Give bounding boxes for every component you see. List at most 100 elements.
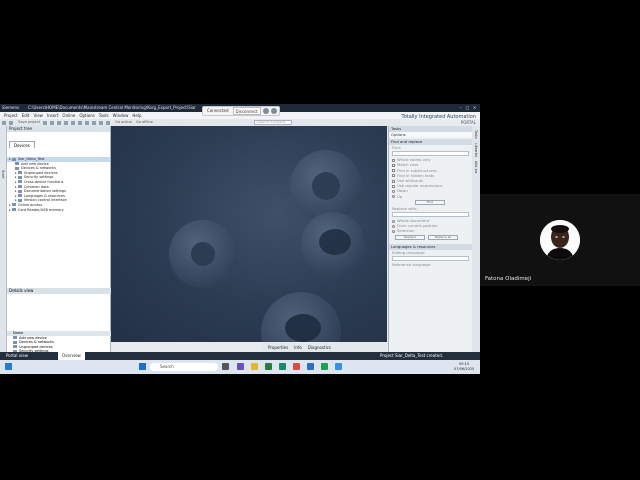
open-project-icon[interactable]: [9, 120, 13, 125]
task-view-icon[interactable]: [222, 363, 229, 370]
folder-icon: [15, 162, 19, 166]
redo-icon[interactable]: [78, 120, 83, 125]
menu-item[interactable]: Window: [113, 113, 129, 118]
undo-icon[interactable]: [71, 120, 76, 125]
scope-options: Whole document From current position Selec…: [389, 218, 472, 234]
meeting-stage: Siemens C:\Users\HOME\Documents\Mainstre…: [0, 0, 640, 480]
menu-item[interactable]: Insert: [47, 113, 58, 118]
inspector-tab[interactable]: Info: [294, 345, 302, 350]
save-project-button[interactable]: Save project: [18, 120, 40, 124]
radio-label: Up: [397, 193, 403, 199]
participant-avatar: [540, 220, 580, 260]
menu-item[interactable]: Edit: [22, 113, 30, 118]
radio-option[interactable]: Up: [389, 194, 472, 199]
share-pin-icon[interactable]: [270, 108, 277, 114]
radio-icon[interactable]: [392, 229, 395, 233]
compile-icon[interactable]: [85, 120, 90, 125]
folder-icon: [13, 345, 17, 349]
chrome-icon[interactable]: [293, 363, 300, 370]
menu-items: Project Edit View Insert Online Options Tools W…: [0, 112, 142, 119]
menu-item[interactable]: Options: [79, 113, 94, 118]
simulation-icon[interactable]: [106, 120, 111, 125]
replace-input[interactable]: [392, 212, 469, 218]
overview-tab[interactable]: Overview: [58, 352, 85, 360]
copy-icon[interactable]: [50, 120, 55, 125]
taskbar-search[interactable]: Search: [150, 363, 218, 371]
portal-view-button[interactable]: Portal view: [6, 352, 28, 360]
project-tree-header: Project tree: [7, 126, 110, 132]
menu-item[interactable]: Project: [4, 113, 18, 118]
editing-language-label: Editing language:: [392, 249, 426, 255]
tree-item-label: Languages & resources: [23, 193, 65, 198]
menu-item[interactable]: Help: [132, 113, 141, 118]
vertical-tab[interactable]: Add-ins: [474, 161, 478, 173]
download-icon[interactable]: [92, 120, 97, 125]
inspector-tab[interactable]: Properties: [268, 345, 288, 350]
checkbox-icon[interactable]: [392, 184, 395, 188]
folder-icon: [17, 171, 22, 175]
tasks-pane: Tasks Options Find and replace Find: Who…: [388, 126, 472, 353]
minimize-icon[interactable]: –: [457, 104, 464, 112]
disconnect-button[interactable]: Disconnect: [232, 107, 261, 115]
radio-icon[interactable]: [392, 219, 395, 223]
windows-start-icon[interactable]: [139, 363, 146, 370]
portal-canvas: [111, 126, 387, 342]
go-online-button[interactable]: Go online: [115, 120, 132, 124]
tab-devices[interactable]: Devices: [9, 141, 35, 148]
chat-icon[interactable]: [237, 363, 244, 370]
vertical-tab[interactable]: Tasks: [474, 130, 478, 139]
menu-item[interactable]: Online: [62, 113, 75, 118]
replace-all-button[interactable]: Replace all: [428, 234, 458, 240]
tree-item-label: Cross-device functions: [23, 179, 64, 184]
share-settings-icon[interactable]: [262, 108, 269, 114]
left-vertical-strip: Start: [0, 126, 7, 353]
close-icon[interactable]: ✕: [471, 104, 478, 112]
tree-item[interactable]: ▸ Card Reader/USB memory: [7, 208, 110, 213]
find-button[interactable]: Find: [415, 199, 445, 205]
project-tree-pane: Project tree Devices ▸ Siar_Delta_Test A…: [7, 126, 111, 363]
checkbox-icon[interactable]: [392, 163, 395, 167]
find-options: Whole words only Match case Find in substr…: [389, 157, 472, 188]
meeting-app-icon[interactable]: [335, 363, 342, 370]
tia-portal-icon[interactable]: [321, 363, 328, 370]
excel-icon[interactable]: [265, 363, 272, 370]
tree-item-label: Version control interface: [23, 198, 67, 203]
replace-button[interactable]: Replace: [395, 234, 425, 240]
radio-icon[interactable]: [392, 195, 395, 199]
tree-item-label: Add new device: [21, 161, 49, 166]
menu-item[interactable]: Tools: [99, 113, 109, 118]
checkbox-icon[interactable]: [392, 179, 395, 183]
file-explorer-icon[interactable]: [251, 363, 258, 370]
go-offline-button[interactable]: Go offline: [136, 120, 153, 124]
project-search-input[interactable]: <Search in project>: [254, 120, 292, 125]
start-tab[interactable]: Start: [1, 170, 5, 179]
widgets-icon[interactable]: [5, 363, 12, 370]
options-header[interactable]: Options: [389, 132, 472, 137]
delete-icon[interactable]: [64, 120, 69, 125]
folder-icon: [15, 166, 19, 170]
upload-icon[interactable]: [99, 120, 104, 125]
editing-language-select[interactable]: [392, 255, 469, 261]
window-controls: – □ ✕: [457, 104, 478, 112]
checkbox-icon[interactable]: [392, 169, 395, 173]
outlook-icon[interactable]: [307, 363, 314, 370]
inspector-tab[interactable]: Diagnostics: [308, 345, 331, 350]
radio-label: Selection: [397, 228, 415, 234]
radio-icon[interactable]: [392, 189, 395, 193]
folder-icon: [17, 194, 22, 198]
new-project-icon[interactable]: [2, 120, 6, 125]
radio-icon[interactable]: [392, 224, 395, 228]
paste-icon[interactable]: [57, 120, 62, 125]
checkbox-icon[interactable]: [392, 158, 395, 162]
tree-item-label: Devices & networks: [21, 166, 56, 171]
checkbox-icon[interactable]: [392, 174, 395, 178]
maximize-icon[interactable]: □: [464, 104, 471, 112]
folder-icon: [17, 189, 22, 193]
find-input[interactable]: [392, 151, 469, 157]
cut-icon[interactable]: [43, 120, 48, 125]
details-view-header[interactable]: Details view: [7, 288, 111, 294]
edge-icon[interactable]: [279, 363, 286, 370]
find-label: Find:: [392, 145, 402, 150]
menu-item[interactable]: View: [33, 113, 43, 118]
vertical-tab[interactable]: Libraries: [474, 143, 478, 157]
